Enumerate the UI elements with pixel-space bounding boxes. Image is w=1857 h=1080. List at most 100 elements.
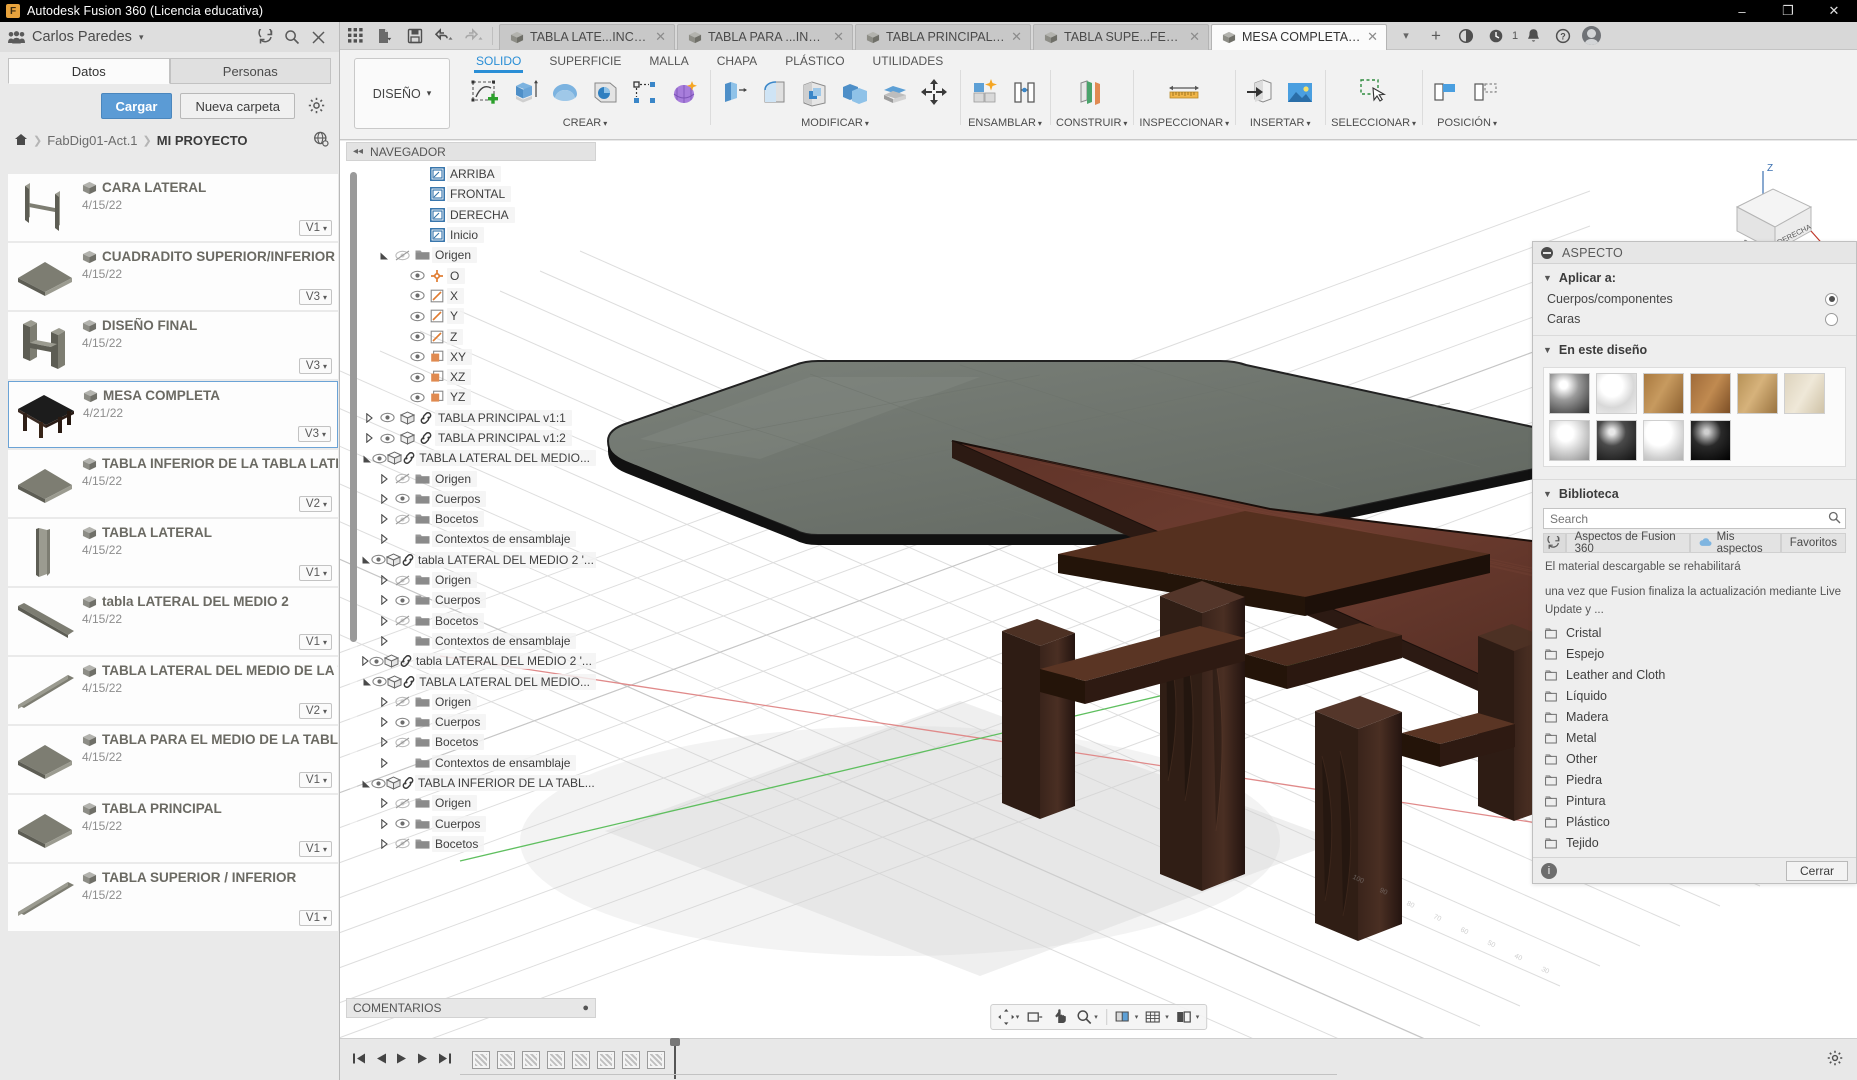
pattern-icon[interactable] [626,70,664,116]
browser-tree-row[interactable]: Inicio [362,225,596,245]
tree-visibility-toggle[interactable] [407,351,427,362]
tree-expander[interactable] [377,839,392,849]
new-component-icon[interactable] [966,70,1004,116]
tree-expander[interactable] [362,433,377,443]
tab-overflow-chevron-down-icon[interactable]: ▾ [1391,22,1421,50]
visibility-on-icon[interactable] [410,351,425,362]
browser-tree-row[interactable]: Cuerpos [362,814,596,834]
chevron-down-icon[interactable]: ▾ [1165,1013,1169,1021]
browser-tree-row[interactable]: Cuerpos [362,489,596,509]
tree-expander[interactable] [377,819,392,829]
browser-tree-row[interactable]: Bocetos [362,509,596,529]
library-folder-row[interactable]: Cristal [1533,623,1856,644]
tree-visibility-toggle[interactable] [392,595,412,606]
file-list-item[interactable]: TABLA LATERAL 4/15/22 V1▾ [8,519,338,586]
browser-tree-row[interactable]: O [362,265,596,285]
tree-expander[interactable] [362,454,372,463]
browser-tree-row[interactable]: Origen [362,570,596,590]
file-version-chip[interactable]: V1▾ [299,841,332,857]
globe-icon[interactable] [313,131,329,150]
look-at-icon[interactable] [1024,1006,1046,1028]
in-this-design-section-header[interactable]: ▼ En este diseño [1533,336,1856,361]
tree-expander[interactable] [377,616,392,626]
visibility-on-icon[interactable] [372,453,387,464]
library-search[interactable] [1543,508,1846,529]
file-list-item[interactable]: tabla LATERAL DEL MEDIO 2 4/15/22 V1▾ [8,588,338,655]
visibility-off-icon[interactable] [395,250,410,261]
tab-personas[interactable]: Personas [170,58,332,84]
document-tab[interactable]: TABLA PRINCIPAL v1* ✕ [855,24,1031,50]
in-this-design-swatches[interactable] [1543,367,1846,467]
timeline-feature[interactable] [597,1051,615,1069]
save-icon[interactable] [400,22,430,50]
visibility-on-icon[interactable] [369,656,384,667]
appearance-swatch[interactable] [1737,373,1778,414]
tree-visibility-toggle[interactable] [392,798,412,809]
library-folder-row[interactable]: Madera [1533,707,1856,728]
browser-tree-row[interactable]: YZ [362,387,596,407]
file-icon[interactable] [370,22,400,50]
library-tab-mis-aspectos[interactable]: Mis aspectos [1690,533,1781,553]
browser-tree-row[interactable]: Contextos de ensamblaje [362,529,596,549]
visibility-on-icon[interactable] [380,412,395,423]
visibility-off-icon[interactable] [395,696,410,707]
position-revert-icon[interactable] [1468,70,1506,116]
visibility-on-icon[interactable] [395,717,410,728]
tree-expander[interactable] [377,798,392,808]
visibility-off-icon[interactable] [395,838,410,849]
visibility-on-icon[interactable] [410,372,425,383]
tree-visibility-toggle[interactable] [377,433,397,444]
browser-tree-row[interactable]: Bocetos [362,611,596,631]
skip-last-icon[interactable] [438,1052,452,1068]
tree-visibility-toggle[interactable] [392,838,412,849]
browser-tree-row[interactable]: TABLA LATERAL DEL MEDIO... [362,448,596,468]
expander-closed-icon[interactable] [381,616,388,626]
tree-visibility-toggle[interactable] [407,331,427,342]
maximize-button[interactable]: ❐ [1765,0,1811,22]
tree-expander[interactable] [377,534,392,544]
browser-tree-row[interactable]: Origen [362,468,596,488]
visibility-off-icon[interactable] [395,473,410,484]
document-tab[interactable]: TABLA LATE...INCIPAL v2* ✕ [499,24,675,50]
chevron-down-icon[interactable]: ▾ [1094,1013,1098,1021]
browser-tree-row[interactable]: DERECHA [362,205,596,225]
tree-expander[interactable] [377,575,392,585]
tree-visibility-toggle[interactable] [392,493,412,504]
document-tab[interactable]: MESA COMPLETAv3* ✕ [1211,24,1387,50]
browser-tree-row[interactable]: Origen [362,793,596,813]
library-folder-list[interactable]: Cristal Espejo Leather and Cloth Líquido… [1533,623,1856,857]
tree-visibility-toggle[interactable] [392,696,412,707]
file-version-chip[interactable]: V3▾ [299,289,332,305]
tree-expander[interactable] [362,779,371,788]
visibility-on-icon[interactable] [410,331,425,342]
expander-open-icon[interactable] [380,251,389,260]
apply-to-faces-radio[interactable] [1825,313,1838,326]
minimize-button[interactable]: – [1719,0,1765,22]
visibility-on-icon[interactable] [410,270,425,281]
position-capture-icon[interactable] [1428,70,1466,116]
tree-visibility-toggle[interactable] [377,412,397,423]
app-grid-icon[interactable] [340,22,370,50]
file-list-item[interactable]: TABLA PRINCIPAL 4/15/22 V1▾ [8,795,338,862]
form-icon[interactable] [666,70,704,116]
browser-tree-row[interactable]: Z [362,326,596,346]
close-button[interactable]: ✕ [1811,0,1857,22]
minimize-icon[interactable] [1541,247,1553,259]
viewports-icon[interactable]: ▾ [1174,1006,1202,1028]
visibility-on-icon[interactable] [395,493,410,504]
library-search-input[interactable] [1543,508,1846,529]
revolve-icon[interactable] [546,70,584,116]
browser-tree-row[interactable]: Cuerpos [362,590,596,610]
expander-closed-icon[interactable] [381,758,388,768]
visibility-off-icon[interactable] [395,798,410,809]
visibility-on-icon[interactable] [410,290,425,301]
tree-expander[interactable] [377,717,392,727]
expander-closed-icon[interactable] [381,636,388,646]
visibility-on-icon[interactable] [410,311,425,322]
appearance-swatch[interactable] [1596,373,1637,414]
ribbon-group-label[interactable]: CONSTRUIR▾ [1056,117,1127,129]
new-folder-button[interactable]: Nueva carpeta [180,93,295,119]
file-list-item[interactable]: TABLA INFERIOR DE LA TABLA LATE... 4/15/… [8,450,338,517]
ribbon-group-label[interactable]: SELECCIONAR▾ [1331,117,1416,129]
expander-closed-icon[interactable] [381,534,388,544]
